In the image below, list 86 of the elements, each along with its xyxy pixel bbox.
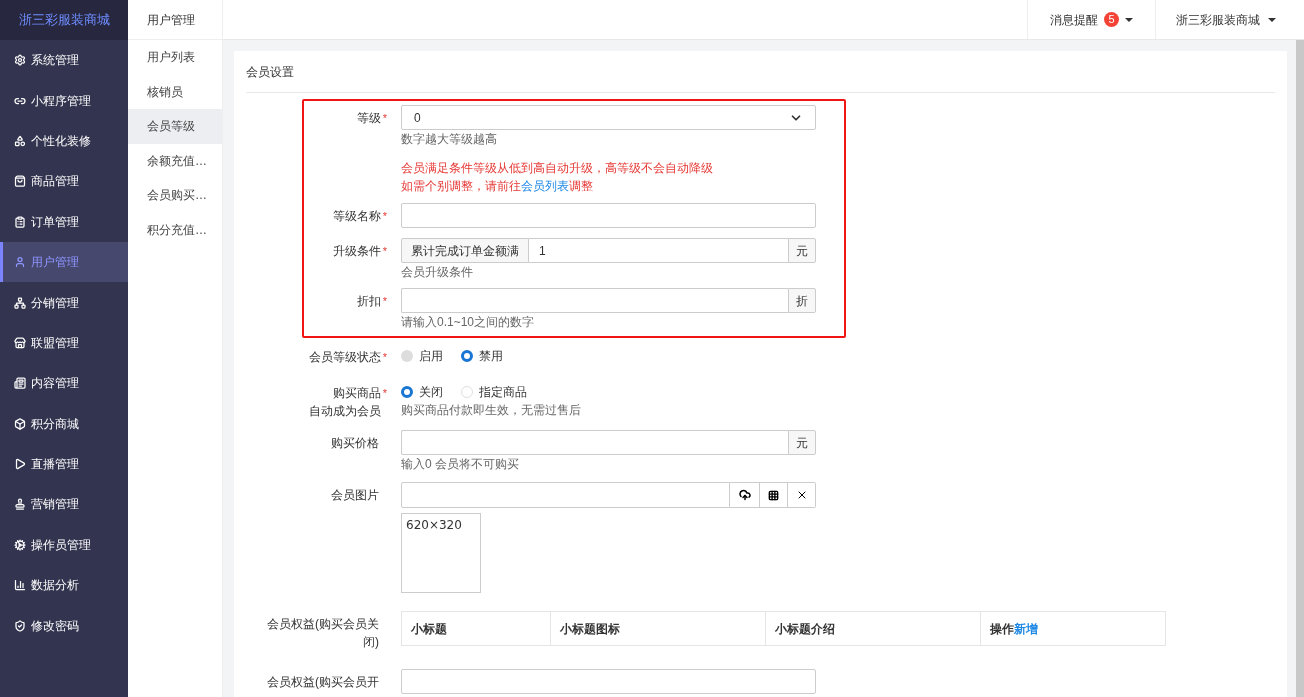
sidebar-item[interactable]: 商品管理	[0, 161, 128, 202]
notice-text: 会员满足条件等级从低到高自动升级，高等级不会自动降级	[401, 160, 714, 177]
text-input[interactable]	[401, 430, 788, 455]
help-text: 输入0 会员将不可购买	[401, 457, 520, 472]
field-label: 等级	[356, 110, 381, 127]
user-icon	[14, 256, 26, 269]
brand-title: 浙三彩服装商城	[0, 0, 128, 40]
radio-option[interactable]: 禁用	[461, 347, 503, 365]
column-header: 小标题	[411, 620, 447, 638]
bar-chart-icon	[14, 579, 26, 592]
input-suffix: 元	[788, 238, 816, 263]
sidebar-item[interactable]: 积分商城	[0, 403, 128, 444]
field-label: 折扣	[356, 293, 381, 310]
input-suffix: 元	[788, 430, 816, 455]
input-prefix: 累计完成订单金额满	[401, 238, 529, 263]
sidebar-item[interactable]: 联盟管理	[0, 322, 128, 364]
sidebar-item[interactable]: 营销管理	[0, 484, 128, 525]
required-mark: *	[382, 386, 387, 401]
add-link[interactable]: 新增	[1014, 619, 1038, 638]
cloud-upload-icon	[738, 489, 751, 501]
radio-button[interactable]	[461, 350, 473, 362]
required-mark: *	[382, 294, 387, 309]
required-mark: *	[382, 209, 387, 224]
radio-button[interactable]	[401, 386, 413, 398]
sidebar-item[interactable]: 个性化装修	[0, 120, 128, 162]
cog-icon	[14, 538, 26, 551]
image-url-input[interactable]	[401, 482, 730, 508]
sidebar-item[interactable]: 小程序管理	[0, 80, 128, 121]
notifications-menu[interactable]: 消息提醒 5	[1027, 0, 1155, 39]
sidebar-item[interactable]: 操作员管理	[0, 524, 128, 566]
column-header: 小标题介绍	[775, 620, 835, 638]
field-label: 会员权益(购买会员关 闭)	[267, 616, 379, 651]
field-label: 升级条件	[332, 243, 381, 260]
sidebar-item[interactable]: 订单管理	[0, 201, 128, 242]
input-suffix: 折	[788, 288, 816, 313]
text-input[interactable]	[401, 203, 816, 228]
section-title: 会员设置	[246, 51, 1275, 93]
play-icon	[14, 458, 26, 471]
hierarchy-icon	[14, 296, 26, 309]
text-input[interactable]	[401, 288, 788, 313]
help-text: 会员升级条件	[401, 265, 474, 280]
required-mark: *	[382, 244, 387, 259]
field-label: 购买价格	[331, 435, 379, 452]
sidebar-item[interactable]: 内容管理	[0, 363, 128, 404]
column-header: 小标题图标	[560, 620, 620, 638]
shapes-icon	[14, 134, 26, 147]
account-menu[interactable]: 浙三彩服装商城	[1155, 0, 1296, 39]
clipboard-icon	[14, 215, 26, 228]
required-mark: *	[382, 350, 387, 365]
sidebar-item[interactable]: 修改密码	[0, 605, 128, 646]
sidebar-item[interactable]: 直播管理	[0, 443, 128, 485]
sidebar-item[interactable]: 数据分析	[0, 565, 128, 606]
cube-icon	[14, 417, 26, 430]
radio-option[interactable]: 指定商品	[461, 383, 527, 401]
grid-icon	[768, 489, 779, 501]
notice-text: 如需个别调整，请前往会员列表调整	[401, 178, 594, 195]
image-preview: 620×320	[401, 513, 481, 593]
caret-icon	[1268, 17, 1276, 22]
gallery-button[interactable]	[759, 482, 788, 508]
field-label: 会员图片	[331, 487, 379, 504]
field-label: 购买商品 自动成为会员	[308, 385, 381, 420]
sidebar-item[interactable]: 分销管理	[0, 282, 128, 323]
level-select[interactable]: 0	[401, 105, 816, 130]
bag-icon	[14, 175, 26, 188]
required-mark: *	[382, 111, 387, 126]
help-text: 数字越大等级越高	[401, 132, 498, 147]
caret-icon	[1125, 17, 1133, 22]
member-list-link[interactable]: 会员列表	[521, 179, 569, 193]
stamp-icon	[14, 498, 26, 511]
newspaper-icon	[14, 377, 26, 390]
field-label: 会员权益(购买会员开	[267, 674, 379, 691]
count-badge: 5	[1104, 12, 1119, 27]
upload-button[interactable]	[730, 482, 759, 508]
text-input[interactable]	[401, 669, 816, 694]
sidebar-item[interactable]: 系统管理	[0, 40, 128, 81]
help-text: 购买商品付款即生效，无需过售后	[401, 403, 581, 418]
field-label: 会员等级状态	[308, 349, 381, 366]
submenu-item[interactable]: 会员等级	[128, 109, 222, 144]
text-input[interactable]: 1	[529, 238, 788, 263]
column-header: 操作	[990, 620, 1014, 638]
field-label: 等级名称	[332, 208, 381, 225]
shield-check-icon	[14, 619, 26, 632]
radio-option[interactable]: 关闭	[401, 383, 443, 401]
store-icon	[14, 336, 26, 349]
gear-icon	[14, 54, 26, 67]
help-text: 请输入0.1~10之间的数字	[401, 315, 536, 330]
